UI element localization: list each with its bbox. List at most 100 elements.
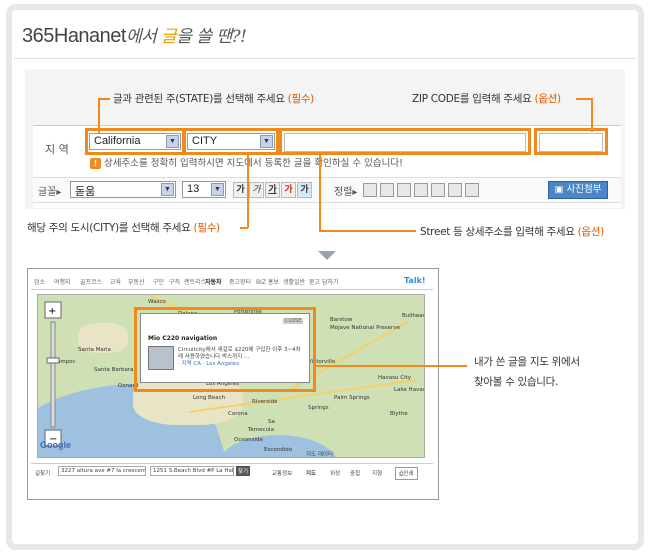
map-note: 내가 쓴 글을 지도 위에서 찾아볼 수 있습니다. <box>474 352 580 392</box>
map-place-label: Havasu City <box>378 375 412 381</box>
directions-to-input[interactable]: 1251 S.Beach Blvd #P La Habra, C <box>150 466 234 476</box>
map-mode-button[interactable]: 중첩 <box>350 469 360 477</box>
alert-icon: ! <box>90 158 101 169</box>
map-place-label: Bullhead City <box>402 313 425 319</box>
map-category-tab[interactable]: 묻고 답하기 <box>309 277 339 286</box>
chevron-down-icon: ▼ <box>161 183 174 196</box>
note-city: 해당 주의 도시(CITY)를 선택해 주세요 (필수) <box>27 220 220 235</box>
state-highlight <box>85 128 185 155</box>
note-state: 글과 관련된 주(STATE)를 선택해 주세요 (필수) <box>113 91 314 106</box>
title-suffix-pre: 에서 <box>125 27 162 47</box>
note-state-required: (필수) <box>287 93 315 105</box>
map-place-label: Temecula <box>248 427 274 433</box>
map-category-tab[interactable]: 여행지 <box>54 277 71 286</box>
brand-name: 365Hananet <box>22 25 126 47</box>
leader-line <box>576 98 592 100</box>
address-warning-text: 상세주소를 정확히 입력하시면 지도에서 등록한 글을 확인하실 수 있습니다! <box>104 158 403 169</box>
leader-line <box>98 98 100 134</box>
map-place-label: Riverside <box>252 399 278 405</box>
title-suffix-highlight: 글 <box>161 27 177 47</box>
font-label: 글꼴▸ <box>38 187 62 198</box>
outdent-icon[interactable] <box>448 183 462 197</box>
map-place-label: Barstow <box>330 317 353 323</box>
map-place-label: Blythe <box>390 411 408 417</box>
map-note-line1: 내가 쓴 글을 지도 위에서 <box>474 356 580 368</box>
street-highlight <box>279 128 531 155</box>
note-city-required: (필수) <box>193 222 221 234</box>
map-category-tab[interactable]: 골프코스 <box>80 277 102 286</box>
chevron-down-icon: ▼ <box>211 183 224 196</box>
map-mode-button[interactable]: 위성 <box>330 469 340 477</box>
map-category-tab[interactable]: 렌트리스 <box>184 277 206 286</box>
svg-text:+: + <box>48 306 56 317</box>
print-button[interactable]: ⎙인쇄 <box>395 467 418 480</box>
leader-line <box>591 98 593 132</box>
map-category-tab[interactable]: 구인 <box>153 277 164 286</box>
leader-line <box>316 365 466 367</box>
align-center-icon[interactable] <box>380 183 394 197</box>
map-category-tab[interactable]: 교육 <box>110 277 121 286</box>
talk-link[interactable]: Talk! <box>404 276 426 285</box>
leader-line <box>247 152 249 228</box>
align-right-icon[interactable] <box>397 183 411 197</box>
directions-go-button[interactable]: 찾기 <box>236 466 251 476</box>
map-mode-button[interactable]: 교통정보 <box>272 469 292 477</box>
map-mode-button[interactable]: 지형 <box>372 469 382 477</box>
page-title: 365Hananet에서 글을 쓸 땐?! <box>22 22 247 48</box>
note-zip-required: (옵션) <box>534 93 562 105</box>
leader-line <box>240 227 248 229</box>
attach-photo-button[interactable]: ▣ 사진첨부 <box>548 181 608 199</box>
underline-button[interactable]: 가 <box>265 182 280 198</box>
popup-highlight <box>134 307 316 392</box>
zoom-slider-icon[interactable]: + − <box>42 300 64 450</box>
note-zip: ZIP CODE를 입력해 주세요 (옵션) <box>412 91 561 106</box>
zoom-control[interactable]: + − <box>42 300 64 450</box>
align-left-icon[interactable] <box>363 183 377 197</box>
attach-photo-label: 사진첨부 <box>566 184 602 195</box>
map-place-label: Palm Springs <box>334 395 370 401</box>
map-category-tab[interactable]: 중고장터 <box>229 277 251 286</box>
city-highlight <box>183 128 279 155</box>
google-logo: Google <box>40 440 71 450</box>
map-category-tab[interactable]: 업소 <box>34 277 45 286</box>
map-place-label: Oceanside <box>234 437 263 443</box>
directions-from-input[interactable]: 3227 altura ave #7 la crescenta, C <box>58 466 146 476</box>
leader-line <box>319 152 321 231</box>
note-street-required: (옵션) <box>577 226 605 238</box>
font-size-value: 13 <box>187 183 200 195</box>
italic-button[interactable]: 가 <box>249 182 264 198</box>
zip-highlight <box>534 128 608 155</box>
map-category-tab[interactable]: 생활일반 <box>283 277 305 286</box>
indent-icon[interactable] <box>465 183 479 197</box>
note-city-text: 해당 주의 도시(CITY)를 선택해 주세요 <box>27 222 191 234</box>
map-place-label: Wasco <box>148 299 166 305</box>
map-category-tab[interactable]: 부동산 <box>128 277 145 286</box>
map-place-label: Long Beach <box>193 395 226 401</box>
note-state-text: 글과 관련된 주(STATE)를 선택해 주세요 <box>113 93 285 105</box>
title-divider <box>14 58 636 59</box>
map-place-label: Springs <box>308 405 329 411</box>
text-color-button[interactable]: 가 <box>281 182 296 198</box>
map-note-line2: 찾아볼 수 있습니다. <box>474 376 558 388</box>
font-select[interactable]: 돋움 ▼ <box>70 181 176 198</box>
font-select-value: 돋움 <box>75 186 96 198</box>
map-place-label: Lake Havasu City <box>394 387 424 393</box>
note-street-text: Street 등 상세주소를 입력해 주세요 <box>420 226 575 238</box>
region-label: 지 역 <box>45 143 69 156</box>
bullet-list-icon[interactable] <box>431 183 445 197</box>
note-zip-text: ZIP CODE를 입력해 주세요 <box>412 93 532 105</box>
font-size-select[interactable]: 13 ▼ <box>182 181 226 198</box>
title-suffix-post: 을 쓸 땐?! <box>176 27 247 47</box>
leader-line <box>319 230 416 232</box>
map-mode-button[interactable]: 지도 <box>306 469 316 477</box>
map-category-tab[interactable]: 구직 <box>169 277 180 286</box>
map-place-label: Corona <box>228 411 248 417</box>
bold-button[interactable]: 가 <box>233 182 248 198</box>
map-data-label: 지도 데이터 <box>306 452 334 458</box>
numbered-list-icon[interactable] <box>414 183 428 197</box>
map-category-tab[interactable]: BIZ 홍보 <box>256 277 279 286</box>
highlight-color-button[interactable]: 가 <box>297 182 312 198</box>
map-category-tab[interactable]: 자동차 <box>205 277 222 286</box>
map-place-label: Sa <box>268 419 275 425</box>
map-place-label: Santa Maria <box>78 347 111 353</box>
